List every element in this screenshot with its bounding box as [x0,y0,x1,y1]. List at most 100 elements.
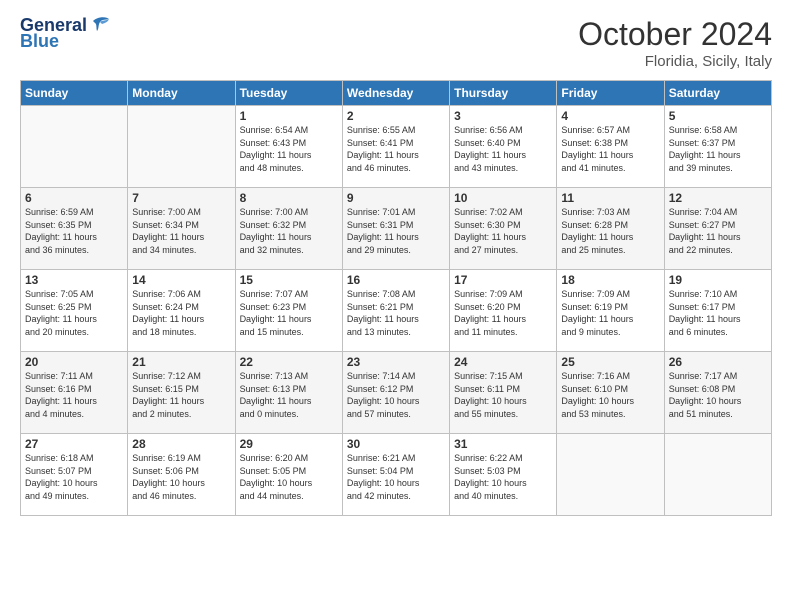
day-number: 18 [561,273,659,287]
day-number: 30 [347,437,445,451]
day-info: Sunrise: 7:09 AM Sunset: 6:19 PM Dayligh… [561,288,659,338]
day-info: Sunrise: 7:01 AM Sunset: 6:31 PM Dayligh… [347,206,445,256]
table-row: 31Sunrise: 6:22 AM Sunset: 5:03 PM Dayli… [450,434,557,516]
day-info: Sunrise: 7:04 AM Sunset: 6:27 PM Dayligh… [669,206,767,256]
day-number: 21 [132,355,230,369]
page-container: General Blue October 2024 Floridia, Sici… [0,0,792,612]
table-row: 30Sunrise: 6:21 AM Sunset: 5:04 PM Dayli… [342,434,449,516]
header-thursday: Thursday [450,81,557,106]
day-info: Sunrise: 6:58 AM Sunset: 6:37 PM Dayligh… [669,124,767,174]
day-number: 4 [561,109,659,123]
table-row [21,106,128,188]
day-number: 26 [669,355,767,369]
header: General Blue October 2024 Floridia, Sici… [20,16,772,70]
day-number: 29 [240,437,338,451]
day-info: Sunrise: 7:12 AM Sunset: 6:15 PM Dayligh… [132,370,230,420]
day-info: Sunrise: 6:22 AM Sunset: 5:03 PM Dayligh… [454,452,552,502]
day-number: 27 [25,437,123,451]
day-number: 28 [132,437,230,451]
day-number: 10 [454,191,552,205]
day-number: 31 [454,437,552,451]
day-info: Sunrise: 6:54 AM Sunset: 6:43 PM Dayligh… [240,124,338,174]
table-row: 14Sunrise: 7:06 AM Sunset: 6:24 PM Dayli… [128,270,235,352]
day-info: Sunrise: 7:06 AM Sunset: 6:24 PM Dayligh… [132,288,230,338]
table-row: 19Sunrise: 7:10 AM Sunset: 6:17 PM Dayli… [664,270,771,352]
title-section: October 2024 Floridia, Sicily, Italy [578,16,772,70]
table-row: 13Sunrise: 7:05 AM Sunset: 6:25 PM Dayli… [21,270,128,352]
logo: General Blue [20,16,111,52]
day-number: 16 [347,273,445,287]
day-info: Sunrise: 6:21 AM Sunset: 5:04 PM Dayligh… [347,452,445,502]
logo-bird-icon [89,13,111,35]
day-number: 20 [25,355,123,369]
table-row: 3Sunrise: 6:56 AM Sunset: 6:40 PM Daylig… [450,106,557,188]
day-number: 25 [561,355,659,369]
table-row: 22Sunrise: 7:13 AM Sunset: 6:13 PM Dayli… [235,352,342,434]
table-row: 25Sunrise: 7:16 AM Sunset: 6:10 PM Dayli… [557,352,664,434]
table-row: 29Sunrise: 6:20 AM Sunset: 5:05 PM Dayli… [235,434,342,516]
table-row: 23Sunrise: 7:14 AM Sunset: 6:12 PM Dayli… [342,352,449,434]
header-monday: Monday [128,81,235,106]
table-row: 15Sunrise: 7:07 AM Sunset: 6:23 PM Dayli… [235,270,342,352]
calendar-week-row: 27Sunrise: 6:18 AM Sunset: 5:07 PM Dayli… [21,434,772,516]
logo-text-blue: Blue [20,32,59,52]
table-row [128,106,235,188]
table-row: 12Sunrise: 7:04 AM Sunset: 6:27 PM Dayli… [664,188,771,270]
header-sunday: Sunday [21,81,128,106]
day-number: 15 [240,273,338,287]
table-row: 10Sunrise: 7:02 AM Sunset: 6:30 PM Dayli… [450,188,557,270]
table-row: 18Sunrise: 7:09 AM Sunset: 6:19 PM Dayli… [557,270,664,352]
day-info: Sunrise: 6:55 AM Sunset: 6:41 PM Dayligh… [347,124,445,174]
day-info: Sunrise: 6:59 AM Sunset: 6:35 PM Dayligh… [25,206,123,256]
day-number: 24 [454,355,552,369]
day-number: 2 [347,109,445,123]
day-info: Sunrise: 6:56 AM Sunset: 6:40 PM Dayligh… [454,124,552,174]
day-number: 1 [240,109,338,123]
day-info: Sunrise: 7:14 AM Sunset: 6:12 PM Dayligh… [347,370,445,420]
table-row: 4Sunrise: 6:57 AM Sunset: 6:38 PM Daylig… [557,106,664,188]
day-info: Sunrise: 6:20 AM Sunset: 5:05 PM Dayligh… [240,452,338,502]
day-number: 3 [454,109,552,123]
day-info: Sunrise: 7:11 AM Sunset: 6:16 PM Dayligh… [25,370,123,420]
day-number: 6 [25,191,123,205]
table-row: 28Sunrise: 6:19 AM Sunset: 5:06 PM Dayli… [128,434,235,516]
calendar-week-row: 20Sunrise: 7:11 AM Sunset: 6:16 PM Dayli… [21,352,772,434]
day-info: Sunrise: 7:05 AM Sunset: 6:25 PM Dayligh… [25,288,123,338]
table-row: 16Sunrise: 7:08 AM Sunset: 6:21 PM Dayli… [342,270,449,352]
day-number: 22 [240,355,338,369]
calendar-week-row: 1Sunrise: 6:54 AM Sunset: 6:43 PM Daylig… [21,106,772,188]
table-row: 6Sunrise: 6:59 AM Sunset: 6:35 PM Daylig… [21,188,128,270]
day-number: 12 [669,191,767,205]
day-info: Sunrise: 7:07 AM Sunset: 6:23 PM Dayligh… [240,288,338,338]
table-row: 24Sunrise: 7:15 AM Sunset: 6:11 PM Dayli… [450,352,557,434]
calendar-week-row: 6Sunrise: 6:59 AM Sunset: 6:35 PM Daylig… [21,188,772,270]
day-info: Sunrise: 7:13 AM Sunset: 6:13 PM Dayligh… [240,370,338,420]
day-number: 17 [454,273,552,287]
table-row: 2Sunrise: 6:55 AM Sunset: 6:41 PM Daylig… [342,106,449,188]
day-number: 23 [347,355,445,369]
table-row: 27Sunrise: 6:18 AM Sunset: 5:07 PM Dayli… [21,434,128,516]
day-info: Sunrise: 7:17 AM Sunset: 6:08 PM Dayligh… [669,370,767,420]
day-number: 19 [669,273,767,287]
day-number: 14 [132,273,230,287]
table-row: 17Sunrise: 7:09 AM Sunset: 6:20 PM Dayli… [450,270,557,352]
day-info: Sunrise: 7:03 AM Sunset: 6:28 PM Dayligh… [561,206,659,256]
calendar-week-row: 13Sunrise: 7:05 AM Sunset: 6:25 PM Dayli… [21,270,772,352]
table-row: 20Sunrise: 7:11 AM Sunset: 6:16 PM Dayli… [21,352,128,434]
day-number: 9 [347,191,445,205]
day-info: Sunrise: 7:10 AM Sunset: 6:17 PM Dayligh… [669,288,767,338]
table-row: 21Sunrise: 7:12 AM Sunset: 6:15 PM Dayli… [128,352,235,434]
table-row: 8Sunrise: 7:00 AM Sunset: 6:32 PM Daylig… [235,188,342,270]
day-number: 7 [132,191,230,205]
table-row [557,434,664,516]
location: Floridia, Sicily, Italy [578,53,772,70]
day-info: Sunrise: 7:09 AM Sunset: 6:20 PM Dayligh… [454,288,552,338]
table-row: 7Sunrise: 7:00 AM Sunset: 6:34 PM Daylig… [128,188,235,270]
calendar-table: Sunday Monday Tuesday Wednesday Thursday… [20,80,772,516]
day-info: Sunrise: 6:57 AM Sunset: 6:38 PM Dayligh… [561,124,659,174]
table-row: 5Sunrise: 6:58 AM Sunset: 6:37 PM Daylig… [664,106,771,188]
table-row: 9Sunrise: 7:01 AM Sunset: 6:31 PM Daylig… [342,188,449,270]
header-wednesday: Wednesday [342,81,449,106]
day-info: Sunrise: 7:02 AM Sunset: 6:30 PM Dayligh… [454,206,552,256]
day-info: Sunrise: 7:15 AM Sunset: 6:11 PM Dayligh… [454,370,552,420]
